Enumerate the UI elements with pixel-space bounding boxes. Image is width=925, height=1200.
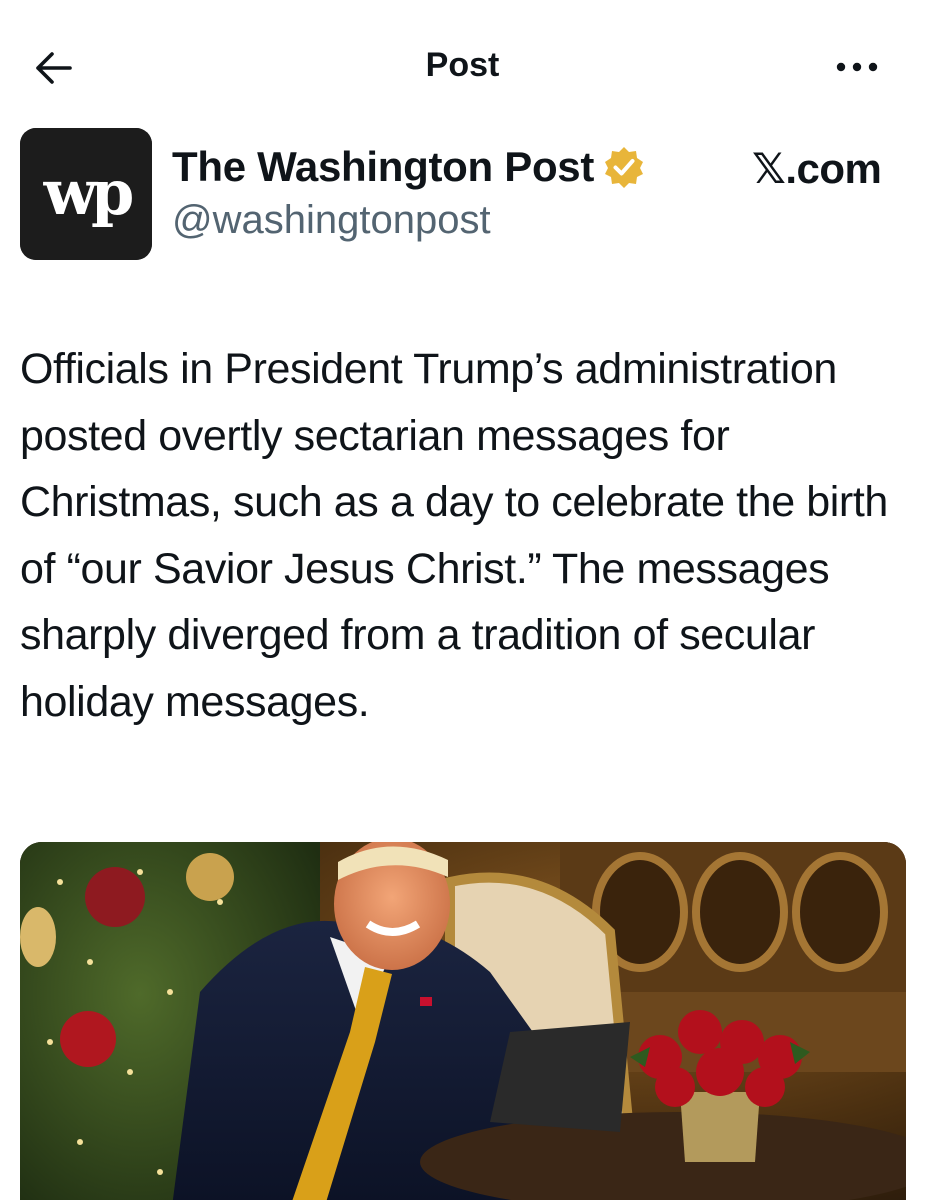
post-image[interactable] (20, 842, 906, 1200)
avatar-logo-text: wp (43, 156, 132, 229)
more-options-button[interactable] (832, 52, 882, 82)
top-bar: Post (0, 0, 925, 130)
more-horizontal-icon (836, 62, 878, 72)
source-label: 𝕏.com (752, 145, 882, 192)
post-screen: Post wp The Washington Post @washingtonp… (0, 0, 925, 1200)
author-name[interactable]: The Washington Post (172, 143, 594, 191)
verified-badge-icon (605, 147, 644, 188)
page-title: Post (425, 46, 500, 84)
author-handle[interactable]: @washingtonpost (172, 198, 491, 243)
photo-image (20, 842, 906, 1200)
author-avatar[interactable]: wp (20, 128, 152, 260)
washington-post-logo-icon: wp (20, 128, 152, 260)
author-name-row: The Washington Post (172, 142, 646, 192)
post-text: Officials in President Trump’s administr… (20, 345, 888, 726)
